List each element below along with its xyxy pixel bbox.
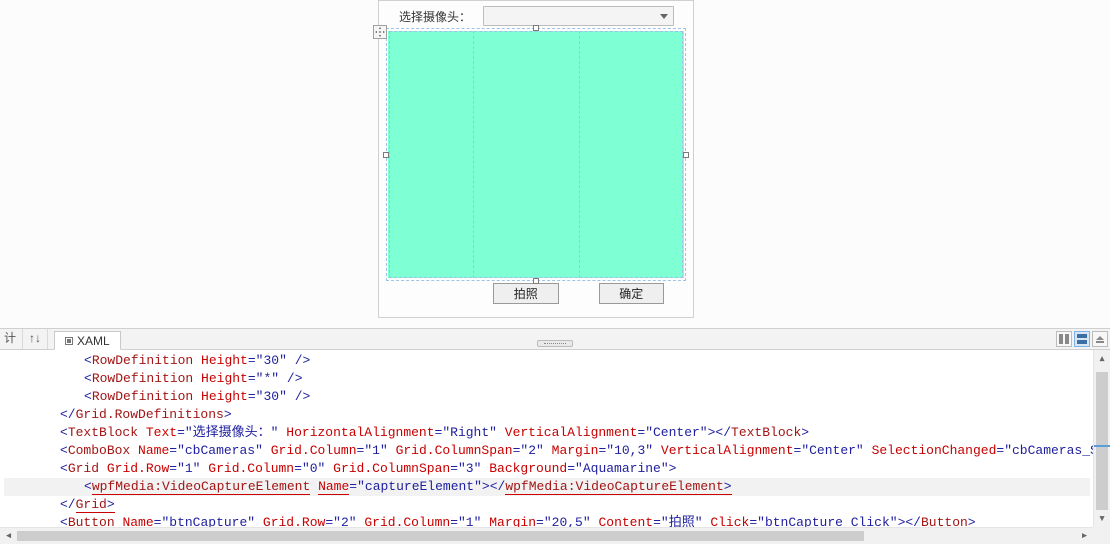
ok-button[interactable]: 确定 — [599, 283, 665, 304]
xaml-tab-label: XAML — [77, 334, 110, 348]
code-line[interactable]: <RowDefinition Height="30" /> — [4, 388, 1090, 406]
scrollbar-thumb[interactable] — [1096, 372, 1108, 510]
xaml-tab[interactable]: XAML — [54, 331, 121, 350]
select-camera-label: 选择摄像头： — [388, 1, 473, 31]
code-line[interactable]: <RowDefinition Height="30" /> — [4, 352, 1090, 370]
scroll-down-icon[interactable]: ▾ — [1094, 510, 1110, 527]
move-handle-icon[interactable] — [373, 25, 387, 39]
code-line[interactable]: <ComboBox Name="cbCameras" Grid.Column="… — [4, 442, 1090, 460]
preview-window[interactable]: 选择摄像头： 拍照 确定 — [378, 0, 694, 318]
preview-grid: 选择摄像头： 拍照 确定 — [388, 1, 684, 308]
designer-surface[interactable]: 选择摄像头： 拍照 确定 — [0, 0, 1110, 329]
scrollbar-thumb-h[interactable] — [17, 531, 864, 541]
vertical-split-icon[interactable] — [1056, 331, 1072, 347]
scroll-up-icon[interactable]: ▴ — [1094, 350, 1110, 367]
horizontal-scrollbar[interactable]: ◂ ▸ — [0, 527, 1093, 544]
scroll-marker — [1094, 445, 1110, 447]
expand-pane-icon[interactable] — [1092, 331, 1108, 347]
code-line[interactable]: </Grid> — [4, 496, 1090, 514]
code-line[interactable]: <Grid Grid.Row="1" Grid.Column="0" Grid.… — [4, 460, 1090, 478]
xaml-code-editor[interactable]: <RowDefinition Height="30" /><RowDefinit… — [0, 350, 1110, 544]
scroll-left-icon[interactable]: ◂ — [0, 527, 17, 544]
code-line[interactable]: <RowDefinition Height="*" /> — [4, 370, 1090, 388]
pane-splitter-bar[interactable]: 计 ↑↓ XAML — [0, 329, 1110, 350]
horizontal-split-icon[interactable] — [1074, 331, 1090, 347]
scroll-right-icon[interactable]: ▸ — [1076, 527, 1093, 544]
code-line[interactable]: <wpfMedia:VideoCaptureElement Name="capt… — [4, 478, 1090, 496]
swap-panes-icon[interactable]: ↑↓ — [22, 329, 48, 349]
vertical-scrollbar[interactable]: ▴ ▾ — [1093, 350, 1110, 527]
scrollbar-corner — [1093, 527, 1110, 544]
camera-combobox[interactable] — [483, 6, 674, 26]
xaml-tab-icon — [65, 337, 73, 345]
code-line[interactable]: </Grid.RowDefinitions> — [4, 406, 1090, 424]
design-tab-fragment[interactable]: 计 — [0, 329, 22, 349]
capture-button[interactable]: 拍照 — [493, 283, 559, 304]
code-content[interactable]: <RowDefinition Height="30" /><RowDefinit… — [4, 352, 1090, 544]
pane-layout-tools — [1056, 331, 1108, 347]
video-capture-area[interactable] — [388, 31, 684, 278]
splitter-grip[interactable] — [537, 340, 573, 347]
code-line[interactable]: <TextBlock Text="选择摄像头：" HorizontalAlign… — [4, 424, 1090, 442]
